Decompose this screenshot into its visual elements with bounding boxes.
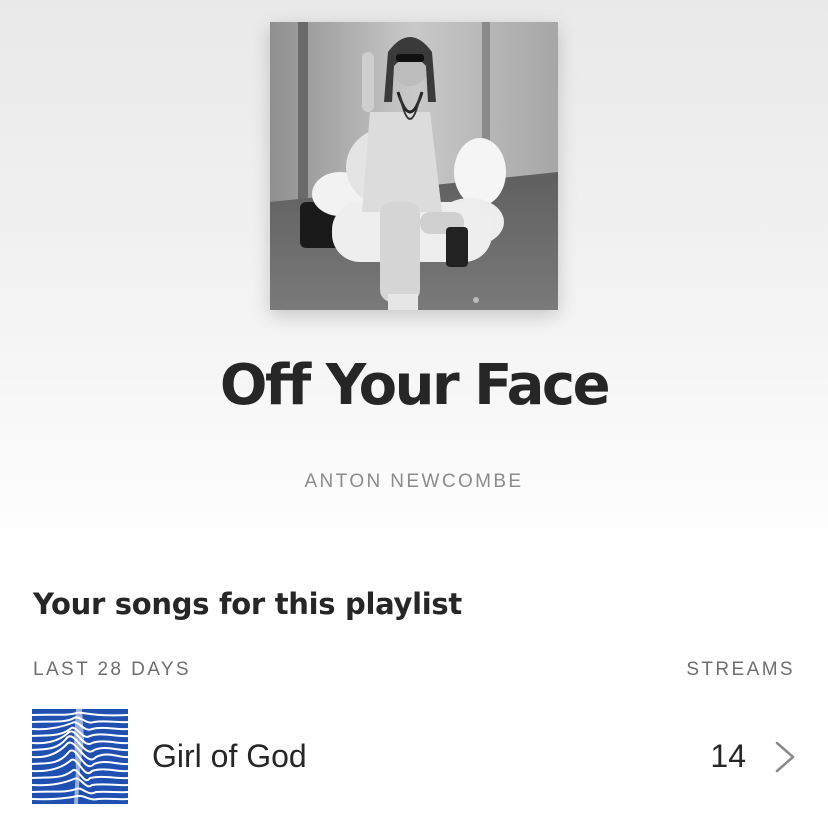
period-label: LAST 28 DAYS: [33, 659, 191, 680]
song-stream-count: 14: [710, 738, 746, 774]
song-title: Girl of God: [152, 738, 307, 774]
album-art: [32, 709, 128, 804]
song-row[interactable]: Girl of God 14: [32, 709, 796, 804]
playlist-artist-name[interactable]: ANTON NEWCOMBE: [0, 470, 828, 494]
chevron-right-icon[interactable]: [774, 741, 796, 773]
playlist-cover-image[interactable]: [270, 22, 558, 310]
album-art-blue-waves: [32, 709, 128, 804]
streams-column-label: STREAMS: [686, 659, 795, 680]
playlist-title: Off Your Face: [219, 353, 611, 418]
playlist-cover-photo: [270, 22, 558, 310]
section-heading: Your songs for this playlist: [33, 587, 462, 621]
